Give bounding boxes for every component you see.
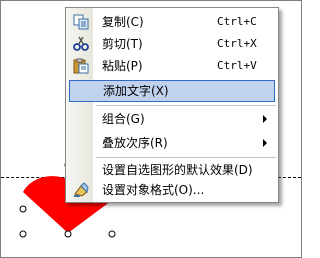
- context-menu[interactable]: 复制(C) Ctrl+C 剪切(T) Ctrl+X 粘贴(P) Ctrl+V 添…: [65, 7, 279, 203]
- menu-separator: [96, 105, 276, 106]
- format-object-icon: [74, 182, 89, 197]
- selection-handle[interactable]: [108, 230, 116, 238]
- menu-item-format-object[interactable]: 设置对象格式(O)...: [68, 179, 276, 201]
- selection-handle[interactable]: [19, 205, 27, 213]
- menu-item-label: 叠放次序(R): [102, 136, 168, 150]
- copy-icon: [73, 14, 89, 30]
- menu-item-cut[interactable]: 剪切(T) Ctrl+X: [68, 33, 276, 55]
- selection-handle[interactable]: [64, 230, 72, 238]
- menu-item-copy[interactable]: 复制(C) Ctrl+C: [68, 11, 276, 33]
- menu-item-shortcut: Ctrl+V: [217, 59, 257, 72]
- document-canvas[interactable]: 复制(C) Ctrl+C 剪切(T) Ctrl+X 粘贴(P) Ctrl+V 添…: [0, 0, 302, 258]
- menu-item-order[interactable]: 叠放次序(R): [68, 132, 276, 154]
- menu-item-shortcut: Ctrl+C: [217, 15, 257, 28]
- menu-item-set-autoshape-defaults[interactable]: 设置自选图形的默认效果(D): [68, 159, 276, 181]
- menu-item-group[interactable]: 组合(G): [68, 108, 276, 130]
- menu-item-label: 添加文字(X): [103, 84, 169, 98]
- menu-item-paste[interactable]: 粘贴(P) Ctrl+V: [68, 55, 276, 77]
- menu-item-shortcut: Ctrl+X: [217, 37, 257, 50]
- submenu-arrow-icon: [263, 115, 267, 123]
- menu-item-add-text[interactable]: 添加文字(X): [69, 80, 275, 102]
- menu-item-label: 粘贴(P): [102, 59, 143, 73]
- menu-item-label: 组合(G): [102, 112, 145, 126]
- menu-item-label: 设置自选图形的默认效果(D): [102, 163, 253, 177]
- clipboard-paste-icon: [73, 58, 89, 74]
- scissors-icon: [73, 36, 89, 51]
- menu-separator: [96, 157, 276, 158]
- menu-item-label: 复制(C): [102, 15, 144, 29]
- menu-item-label: 剪切(T): [102, 37, 143, 51]
- selection-handle[interactable]: [19, 230, 27, 238]
- submenu-arrow-icon: [263, 139, 267, 147]
- menu-item-label: 设置对象格式(O)...: [102, 183, 205, 197]
